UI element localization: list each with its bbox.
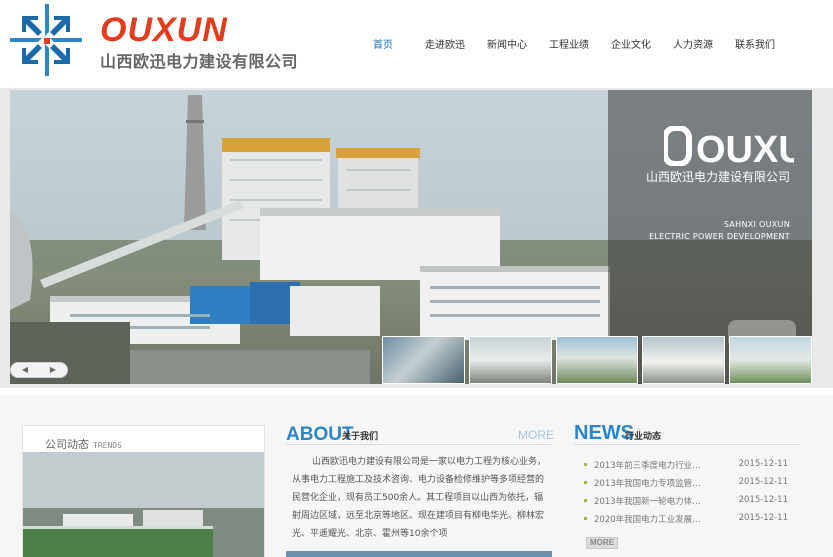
- news-item-date: 2015-12-11: [738, 459, 788, 469]
- news-item-title: 2020年我国电力工业发展…: [594, 515, 701, 525]
- company-news-heading: 公司动态 TRENDS: [45, 436, 122, 452]
- news-item[interactable]: 2013年我国电力专项监管… 2015-12-11: [584, 475, 788, 493]
- about-image-strip: [286, 551, 552, 557]
- main-nav: 首页 走进欧迅 新闻中心 工程业绩 企业文化 人力资源 联系我们: [352, 38, 786, 54]
- news-item[interactable]: 2013年前三季度电力行业… 2015-12-11: [584, 457, 788, 475]
- content-area: 公司动态 TRENDS ABOUT 关于我们 MORE 山西欧迅电力建设有限公司是…: [0, 395, 833, 557]
- news-item[interactable]: 2020年我国电力工业发展… 2015-12-11: [584, 511, 788, 529]
- next-arrow-icon[interactable]: ▶: [39, 363, 67, 377]
- company-news-image[interactable]: [23, 452, 264, 557]
- nav-culture[interactable]: 企业文化: [600, 38, 662, 54]
- company-news-title: 公司动态: [45, 438, 89, 451]
- banner-en-line1: SAHNXI OUXUN: [723, 220, 790, 229]
- news-item-date: 2015-12-11: [738, 477, 788, 487]
- news-more-button[interactable]: MORE: [586, 537, 618, 549]
- about-text: 山西欧迅电力建设有限公司是一家以电力工程为核心业务，从事电力工程施工及技术咨询、…: [292, 457, 547, 539]
- news-item-date: 2015-12-11: [738, 495, 788, 505]
- news-item-title: 2013年我国电力专项监管…: [594, 479, 701, 489]
- site-header: OUXUN 山西欧迅电力建设有限公司 首页 走进欧迅 新闻中心 工程业绩 企业文…: [0, 0, 833, 88]
- about-more-link[interactable]: MORE: [518, 428, 554, 442]
- thumbnail-4[interactable]: [642, 336, 726, 384]
- brand-name: OUXUN: [100, 11, 228, 49]
- nav-hr[interactable]: 人力资源: [662, 38, 724, 54]
- nav-contact[interactable]: 联系我们: [724, 38, 786, 54]
- company-name: 山西欧迅电力建设有限公司: [100, 52, 299, 71]
- news-item[interactable]: 2013年我国新一轮电力体… 2015-12-11: [584, 493, 788, 511]
- hero-banner: OUXUN 山西欧迅电力建设有限公司 SAHNXI OUXUN ELECTRIC…: [10, 90, 812, 384]
- nav-about[interactable]: 走进欧迅: [414, 38, 476, 54]
- news-item-date: 2015-12-11: [738, 513, 788, 523]
- slider-arrows: ◀ ▶: [10, 362, 68, 378]
- thumbnail-2[interactable]: [468, 336, 552, 384]
- thumbnail-1[interactable]: [382, 336, 465, 384]
- banner-thumbnails: [382, 336, 812, 384]
- thumbnail-5[interactable]: [729, 336, 812, 384]
- banner-logo-text: OUXUN: [696, 129, 794, 166]
- banner-en-line2: ELECTRIC POWER DEVELOPMENT: [649, 232, 790, 241]
- company-news-panel: 公司动态 TRENDS: [22, 425, 265, 557]
- news-title-cn: 行业动态: [625, 432, 662, 442]
- nav-projects[interactable]: 工程业绩: [538, 38, 600, 54]
- news-item-title: 2013年前三季度电力行业…: [594, 461, 701, 471]
- ouxun-logo-text-icon: OUXUN: [664, 126, 794, 166]
- about-title-cn: 关于我们: [342, 432, 379, 442]
- site-logo[interactable]: OUXUN 山西欧迅电力建设有限公司: [8, 2, 308, 80]
- logo-mark-icon: [10, 4, 82, 76]
- company-news-title-en: TRENDS: [93, 441, 122, 450]
- news-item-title: 2013年我国新一轮电力体…: [594, 497, 701, 507]
- prev-arrow-icon[interactable]: ◀: [11, 363, 39, 377]
- news-list: 2013年前三季度电力行业… 2015-12-11 2013年我国电力专项监管……: [584, 457, 788, 529]
- news-divider: [574, 444, 800, 445]
- about-divider: [286, 444, 552, 445]
- nav-home[interactable]: 首页: [352, 38, 414, 54]
- banner-company-cn: 山西欧迅电力建设有限公司: [645, 170, 790, 184]
- nav-news[interactable]: 新闻中心: [476, 38, 538, 54]
- thumbnail-3[interactable]: [555, 336, 639, 384]
